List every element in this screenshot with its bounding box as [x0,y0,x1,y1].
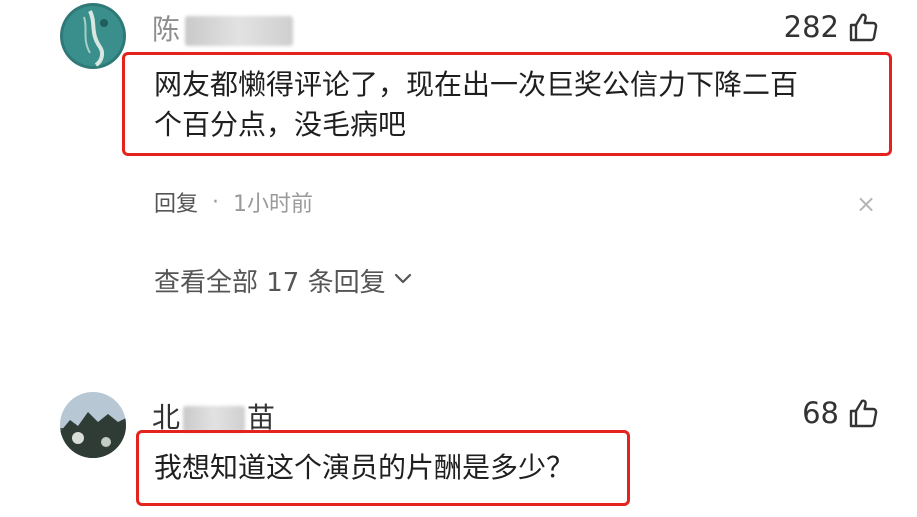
comment-item: 北苗 68 我想知道这个演员的片酬是多少？ [0,380,917,517]
like-count: 282 [783,10,839,44]
meta-separator: · [212,189,220,215]
like-count: 68 [802,396,839,430]
username[interactable]: 陈 [152,8,294,48]
like-button[interactable]: 68 [802,396,879,430]
avatar-image [60,3,126,69]
comment-meta: 回复 · 1小时前 [154,186,313,218]
close-icon[interactable]: × [856,190,876,218]
chevron-down-icon [392,266,414,296]
avatar[interactable] [60,392,126,458]
comment-text: 网友都懒得评论了，现在出一次巨奖公信力下降二百 个百分点，没毛病吧 [154,68,799,141]
comment-item: 陈 282 网友都懒得评论了，现在出一次巨奖公信力下降二百 个百分点，没毛病吧 … [0,0,917,340]
thumbs-up-icon [847,11,879,43]
comment-text: 我想知道这个演员的片酬是多少？ [154,451,575,484]
username-text: 陈 [152,13,182,46]
view-all-replies-button[interactable]: 查看全部 17 条回复 [154,262,414,299]
view-all-replies-label: 查看全部 17 条回复 [154,268,386,298]
reply-button[interactable]: 回复 [154,186,198,218]
comment-time: 1小时前 [233,192,314,217]
avatar-image [60,392,126,458]
thumbs-up-icon [847,397,879,429]
like-button[interactable]: 282 [784,10,879,44]
username-redaction [183,406,246,432]
avatar[interactable] [60,3,126,69]
username-redaction [185,16,294,46]
